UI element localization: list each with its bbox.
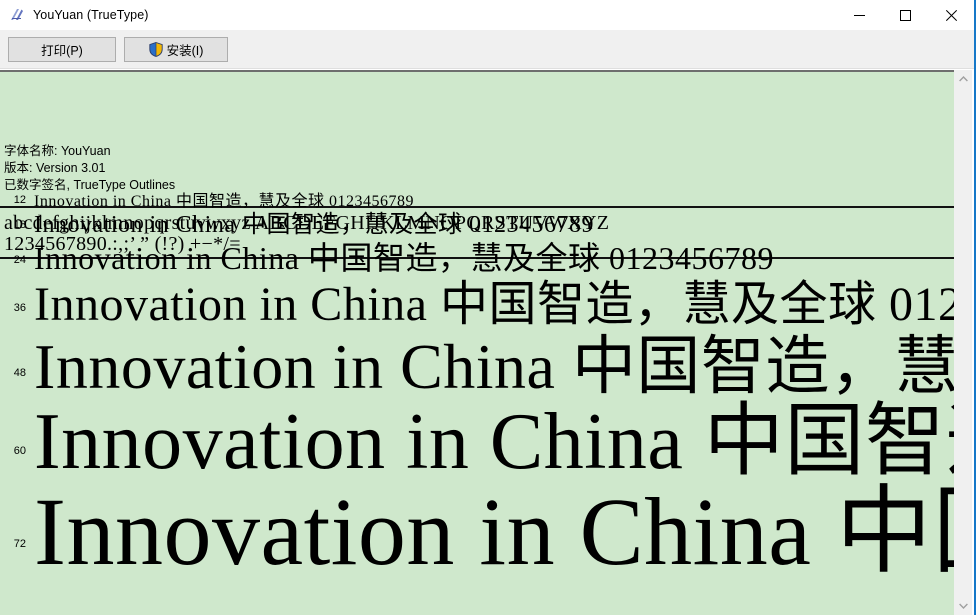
sample-specimen-text: Innovation in China 中国智造，慧及全球 0123456789	[34, 278, 956, 331]
sample-specimen-text: Innovation in China 中国智造，慧及全球 0123456789	[34, 478, 956, 585]
print-button-label: 打印(P)	[41, 44, 83, 58]
maximize-icon	[899, 9, 911, 21]
sample-size-label: 24	[13, 254, 26, 266]
window-controls	[836, 0, 974, 30]
uac-shield-icon	[148, 42, 163, 57]
window-title: YouYuan (TrueType)	[33, 8, 149, 22]
scrollbar-thumb[interactable]	[954, 88, 972, 558]
font-preview-window: YouYuan (TrueType) 打印(P) 安装(I) 字体名称: You…	[0, 0, 976, 615]
close-icon	[945, 9, 957, 21]
chevron-up-icon	[958, 76, 968, 82]
install-button[interactable]: 安装(I)	[124, 37, 228, 62]
font-preview-pane[interactable]: 字体名称: YouYuan 版本: Version 3.01 已数字签名, Tr…	[0, 70, 956, 615]
font-signature-line: 已数字签名, TrueType Outlines	[4, 178, 176, 192]
maximize-button[interactable]	[882, 0, 928, 30]
chevron-down-icon	[958, 603, 968, 609]
install-button-label: 安装(I)	[166, 44, 204, 58]
sample-specimen-text: Innovation in China 中国智造，慧及全球 0123456789	[34, 212, 594, 238]
print-button[interactable]: 打印(P)	[8, 37, 116, 62]
minimize-icon	[853, 14, 865, 16]
vertical-scrollbar[interactable]	[954, 70, 972, 615]
sample-specimen-text: Innovation in China 中国智造，慧及全球 0123456789	[34, 193, 414, 210]
sample-row: 72 Innovation in China 中国智造，慧及全球 01234567…	[0, 472, 956, 602]
title-bar[interactable]: YouYuan (TrueType)	[0, 0, 974, 30]
close-button[interactable]	[928, 0, 974, 30]
sample-size-label: 12	[13, 194, 26, 206]
font-file-icon	[9, 7, 25, 23]
sample-size-label: 72	[13, 538, 26, 550]
scroll-down-button[interactable]	[954, 597, 972, 615]
font-name-line: 字体名称: YouYuan	[4, 144, 111, 158]
sample-size-label: 18	[13, 219, 26, 231]
pane-top-divider	[0, 70, 956, 72]
toolbar: 打印(P) 安装(I)	[0, 30, 974, 69]
scroll-up-button[interactable]	[954, 70, 972, 88]
sample-specimen-text: Innovation in China 中国智造，慧及全球 0123456789	[34, 240, 774, 276]
minimize-button[interactable]	[836, 0, 882, 30]
font-version-line: 版本: Version 3.01	[4, 161, 106, 175]
